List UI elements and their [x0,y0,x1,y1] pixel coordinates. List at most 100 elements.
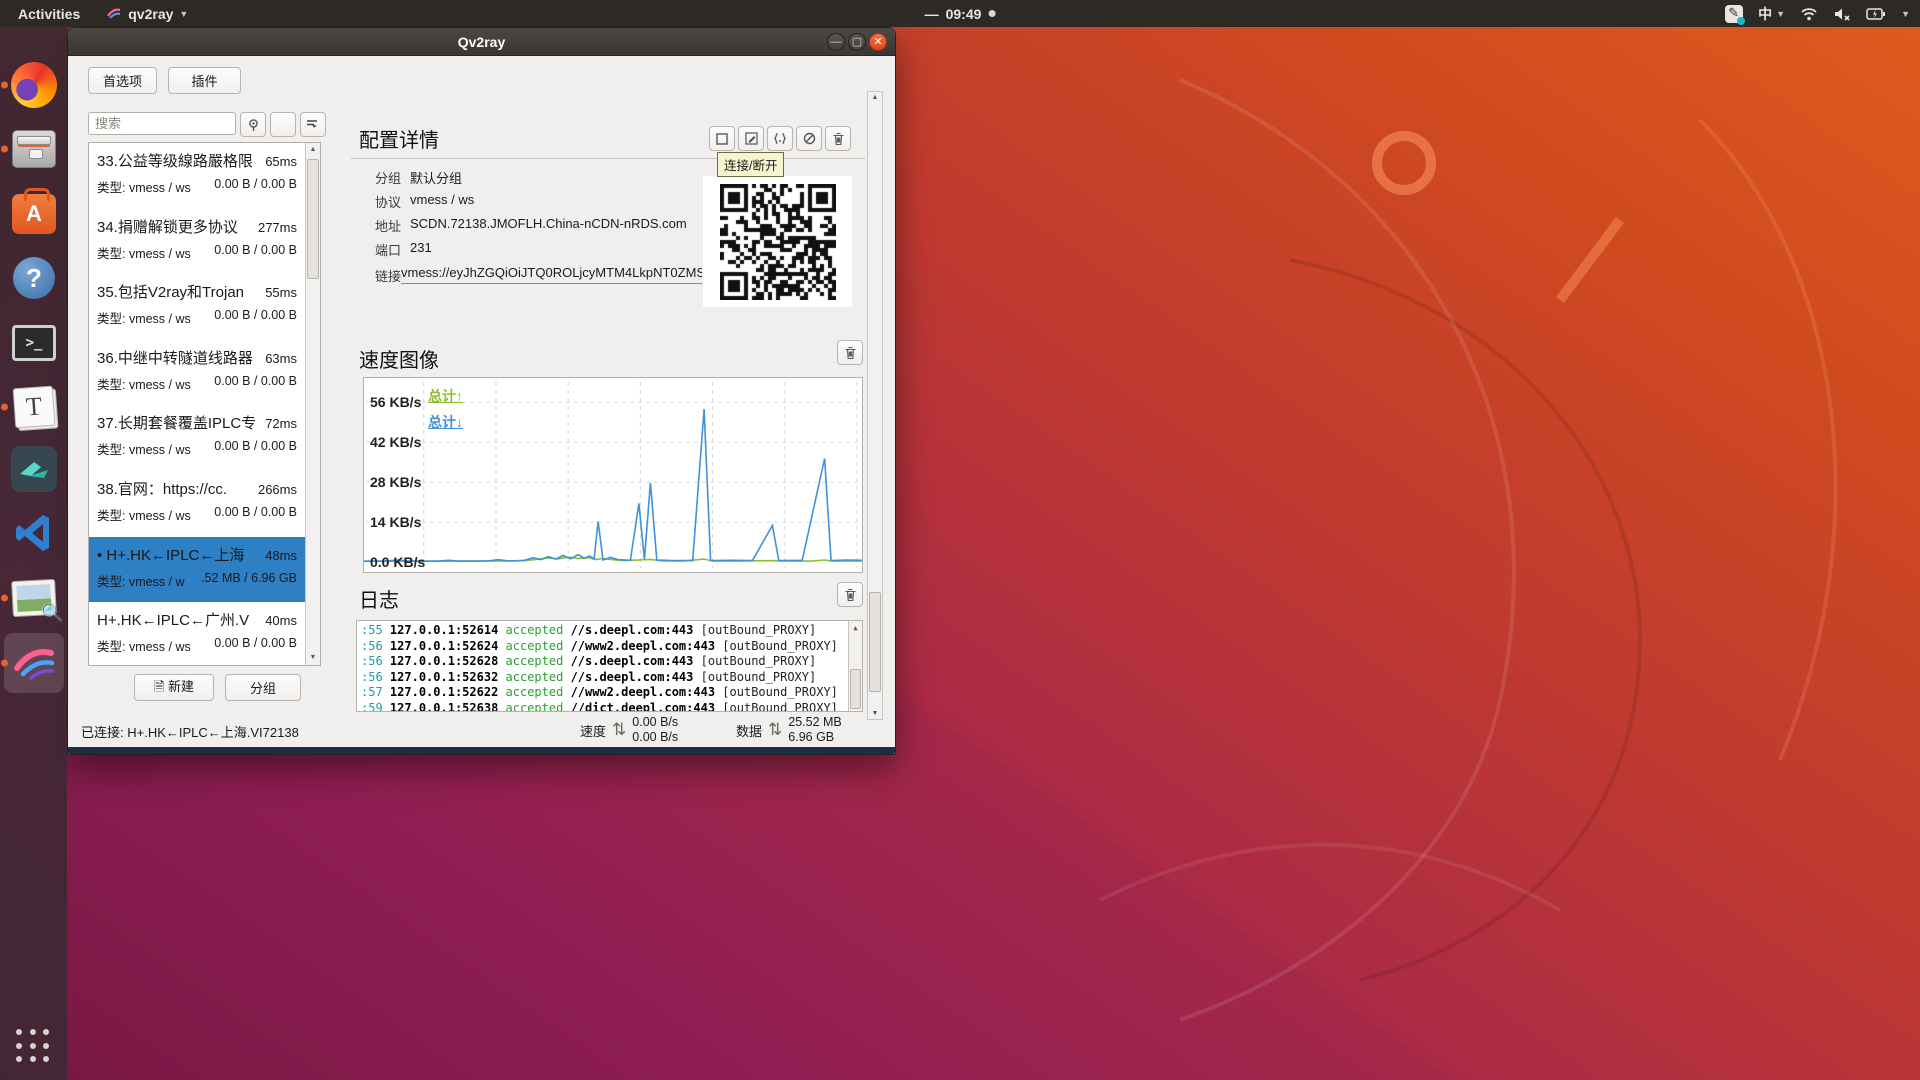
server-latency: 63ms [265,351,297,366]
separator [351,158,865,159]
speed-up-value: 0.00 B/s [632,715,678,730]
wifi-icon[interactable] [1800,6,1818,22]
dock-vscode[interactable] [7,506,61,560]
system-menu-caret-icon[interactable]: ▼ [1901,9,1910,19]
server-list-item[interactable]: 38.官网：https://cc. 266ms 类型: vmess / ws 0… [89,471,305,537]
legend-total-up[interactable]: 总计↑ [428,386,463,406]
square-icon [716,133,728,145]
edit-config-button[interactable] [738,126,764,151]
server-latency: 55ms [265,285,297,300]
server-name: 33.公益等级線路嚴格限 [97,150,253,171]
app-menu-label: qv2ray [128,6,173,22]
preferences-button[interactable]: 首选项 [88,67,157,94]
trash-icon [844,588,857,602]
server-latency: 266ms [258,482,297,497]
clear-log-button[interactable] [837,582,863,607]
app-menu[interactable]: qv2ray ▼ [106,6,188,22]
dock-help[interactable]: ? [7,251,61,305]
detail-label: 协议 [351,192,401,211]
dock-image-viewer[interactable] [7,571,61,625]
dock-terminal[interactable]: >_ [7,316,61,370]
search-input[interactable] [88,112,236,135]
scroll-up-icon[interactable]: ▲ [306,143,320,157]
input-method-icon[interactable]: ✎ [1725,5,1743,23]
qv2ray-window: Qv2ray — ▢ ✕ 首选项 插件 33.公益等级線路嚴格限 65ms 类型… [67,27,896,755]
scroll-up-icon[interactable]: ▲ [849,621,862,635]
show-applications-button[interactable] [11,1024,55,1068]
server-list-scrollbar[interactable]: ▲ ▼ [305,143,320,665]
connect-disconnect-button[interactable] [709,126,735,151]
trash-icon [844,346,857,360]
y-tick-label: 42 KB/s [370,434,421,450]
legend-total-down[interactable]: 总计↓ [428,412,463,432]
maximize-button[interactable]: ▢ [848,33,866,51]
group-button[interactable]: 分组 [225,674,301,701]
server-list-item[interactable]: • H+.HK←IPLC←上海 48ms 类型: vmess / w .52 M… [89,537,305,603]
log-output[interactable]: :55 127.0.0.1:52614 accepted //s.deepl.c… [356,620,863,712]
window-bottom-edge [68,747,895,754]
ubuntu-software-icon: A [12,194,56,234]
dock-text-editor[interactable]: T [7,380,61,434]
top-bar: Activities qv2ray ▼ — 09:49 ✎ 中 ▼ [0,0,1920,27]
running-indicator [1,404,8,411]
dock-firefox[interactable] [7,58,61,112]
sort-button[interactable] [300,112,326,137]
delete-config-button[interactable] [825,126,851,151]
language-indicator[interactable]: 中 ▼ [1758,4,1785,24]
test-latency-button[interactable] [796,126,822,151]
dock-files[interactable] [7,122,61,176]
server-list-item[interactable]: 34.捐赠解锁更多协议 277ms 类型: vmess / ws 0.00 B … [89,209,305,275]
clock[interactable]: — 09:49 [925,0,996,27]
server-type: 类型: vmess / ws [97,177,191,196]
connection-status: 已连接: H+.HK←IPLC←上海.VI72138 [81,722,299,741]
server-type: 类型: vmess / ws [97,439,191,458]
server-list-item[interactable]: 35.包括V2ray和Trojan 55ms 类型: vmess / ws 0.… [89,274,305,340]
window-title: Qv2ray [458,34,505,50]
window-titlebar[interactable]: Qv2ray — ▢ ✕ [68,28,895,56]
server-name: 38.官网：https://cc. [97,478,227,499]
qv2ray-icon [11,640,57,686]
log-scrollbar[interactable]: ▲ [848,621,862,711]
share-link-field[interactable]: vmess://eyJhZGQiOiJTQ0ROLjcyMTM4LkpNT0ZM… [401,262,702,284]
server-type: 类型: vmess / ws [97,636,191,655]
latency-test-button[interactable] [240,112,266,137]
volume-muted-icon[interactable] [1833,6,1851,22]
server-traffic: 0.00 B / 0.00 B [214,243,297,262]
dock-qv2ray[interactable] [7,636,61,690]
window-scrollbar[interactable]: ▲ ▼ [867,91,883,720]
server-traffic: .52 MB / 6.96 GB [201,571,297,590]
new-doc-icon: 🗎 [154,679,164,694]
battery-charging-icon[interactable] [1866,6,1886,22]
scrollbar-thumb[interactable] [307,159,319,279]
activities-button[interactable]: Activities [14,6,84,22]
plugins-button[interactable]: 插件 [168,67,241,94]
dock-ubuntu-software[interactable]: A [7,187,61,241]
scroll-down-icon[interactable]: ▼ [306,651,320,665]
qv2ray-mini-icon [106,6,122,22]
image-viewer-icon [11,579,57,617]
dock-geary[interactable] [7,442,61,496]
minimize-button[interactable]: — [827,33,845,51]
scroll-up-icon[interactable]: ▲ [868,94,882,101]
server-traffic: 0.00 B / 0.00 B [214,308,297,327]
server-list-item[interactable]: H+.HK←IPLC←广州.V 40ms 类型: vmess / ws 0.00… [89,602,305,665]
server-latency: 65ms [265,154,297,169]
scrollbar-thumb[interactable] [850,669,861,709]
firefox-icon [11,62,57,108]
server-traffic: 0.00 B / 0.00 B [214,505,297,524]
scrollbar-thumb[interactable] [869,592,881,692]
server-list-item[interactable]: 37.长期套餐覆盖IPLC专 72ms 类型: vmess / ws 0.00 … [89,405,305,471]
close-button[interactable]: ✕ [869,33,887,51]
blank-tool-button[interactable] [270,112,296,137]
clear-graph-button[interactable] [837,340,863,365]
edit-json-button[interactable] [767,126,793,151]
server-latency: 48ms [265,548,297,563]
running-indicator [1,146,8,153]
y-tick-label: 56 KB/s [370,394,421,410]
new-config-button[interactable]: 🗎 新建 [134,674,214,701]
trash-icon [832,132,845,146]
server-type: 类型: vmess / ws [97,505,191,524]
server-list-item[interactable]: 36.中继中转隧道线路器 63ms 类型: vmess / ws 0.00 B … [89,340,305,406]
server-list-item[interactable]: 33.公益等级線路嚴格限 65ms 类型: vmess / ws 0.00 B … [89,143,305,209]
data-up-value: 25.52 MB [788,715,842,730]
